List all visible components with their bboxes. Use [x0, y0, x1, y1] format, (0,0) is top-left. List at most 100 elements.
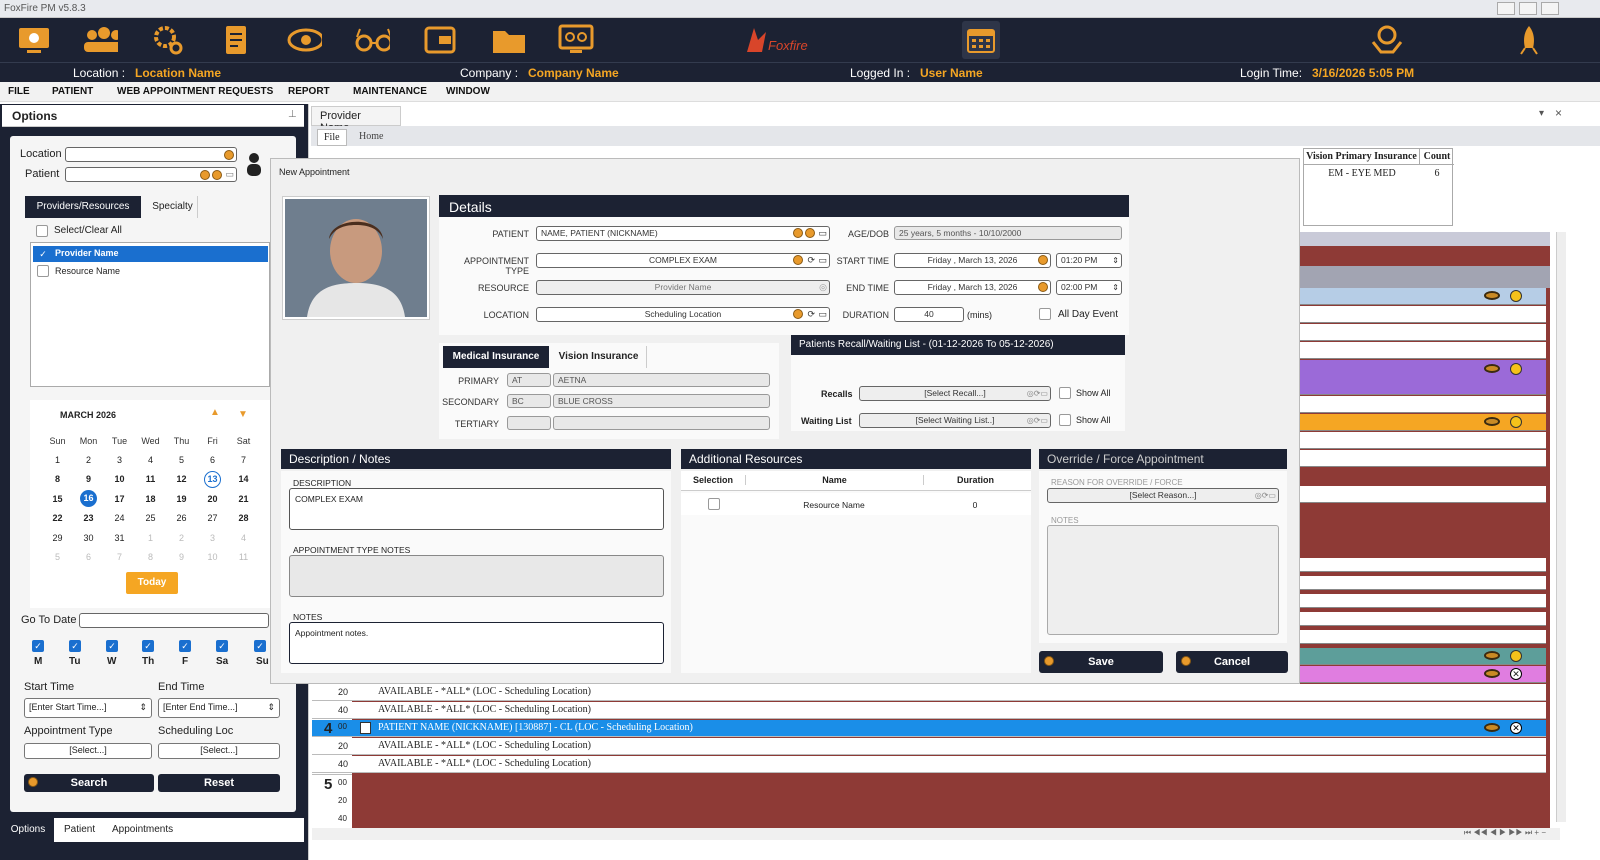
notes-textarea[interactable]: Appointment notes.: [289, 622, 664, 664]
provider-tab[interactable]: Provider Name: [311, 106, 401, 134]
sched-slot[interactable]: [1300, 324, 1546, 341]
calendar-day[interactable]: 14: [228, 470, 259, 490]
location-field[interactable]: [65, 147, 237, 162]
support-hands-icon[interactable]: [1369, 23, 1405, 57]
calendar-day[interactable]: 11: [228, 548, 259, 568]
calendar-day[interactable]: 6: [197, 450, 228, 470]
view-icon[interactable]: [1484, 364, 1500, 373]
calendar-day[interactable]: 31: [104, 528, 135, 548]
start-time-input[interactable]: [Enter Start Time...] ⇕: [24, 698, 152, 718]
sched-slot[interactable]: [1300, 450, 1546, 467]
calendar-day[interactable]: 8: [135, 548, 166, 568]
resource-field[interactable]: Provider Name ◎: [536, 280, 830, 295]
waiting-show-all-checkbox[interactable]: [1059, 414, 1071, 426]
patients-group-icon[interactable]: [82, 23, 118, 57]
pin-icon[interactable]: ⊥: [288, 109, 297, 120]
calendar-day[interactable]: 23: [73, 509, 104, 529]
calendar-day[interactable]: 15: [42, 489, 73, 509]
close-window-button[interactable]: [1541, 2, 1559, 15]
settings-gear-icon[interactable]: [150, 23, 186, 57]
description-textarea[interactable]: COMPLEX EXAM: [289, 488, 664, 530]
schedule-row[interactable]: 40 AVAILABLE - *ALL* (LOC - Scheduling Lo…: [312, 756, 1546, 773]
calendar-day[interactable]: 9: [166, 548, 197, 568]
folder-icon[interactable]: [490, 23, 526, 57]
patient-field[interactable]: ▭: [65, 167, 237, 182]
calendar-day[interactable]: 7: [228, 450, 259, 470]
list-item-provider[interactable]: ✓ Provider Name: [33, 246, 268, 262]
end-time-input[interactable]: [Enter End Time...] ⇕: [158, 698, 280, 718]
patient-field-modal[interactable]: NAME, PATIENT (NICKNAME) ▭: [536, 226, 830, 241]
rocket-icon[interactable]: [1511, 23, 1547, 57]
calendar-day[interactable]: 2: [73, 450, 104, 470]
cancel-button[interactable]: Cancel: [1176, 651, 1288, 673]
calendar-day[interactable]: 11: [135, 470, 166, 490]
weekday-w-checkbox[interactable]: ✓: [106, 640, 118, 652]
sched-slot[interactable]: [1300, 576, 1546, 590]
sched-slot-pink[interactable]: ✕: [1300, 666, 1546, 683]
calendar-day[interactable]: 10: [104, 470, 135, 490]
ribbon-home-tab[interactable]: Home: [359, 131, 383, 142]
recalls-show-all-checkbox[interactable]: [1059, 387, 1071, 399]
calendar-day[interactable]: 4: [135, 450, 166, 470]
optical-monitor-icon[interactable]: [558, 23, 594, 57]
close-tab-icon[interactable]: ×: [1555, 106, 1562, 120]
calendar-day[interactable]: 30: [73, 528, 104, 548]
calendar-day[interactable]: 1: [42, 450, 73, 470]
weekday-su-checkbox[interactable]: ✓: [254, 640, 266, 652]
note-icon[interactable]: [360, 722, 371, 734]
calendar-day[interactable]: 8: [42, 470, 73, 490]
view-icon[interactable]: [1484, 651, 1500, 660]
menu-maintenance[interactable]: MAINTENANCE: [353, 86, 427, 97]
calendar-day[interactable]: 12: [166, 470, 197, 490]
calendar-day[interactable]: 27: [197, 509, 228, 529]
calendar-day[interactable]: 18: [135, 489, 166, 509]
status-icon[interactable]: [1510, 290, 1522, 302]
save-button[interactable]: Save: [1039, 651, 1163, 673]
person-icon[interactable]: [246, 152, 262, 176]
vertical-scrollbar[interactable]: [1556, 232, 1566, 822]
menu-report[interactable]: REPORT: [288, 86, 330, 97]
cancel-status-icon[interactable]: ✕: [1510, 668, 1522, 680]
selected-day[interactable]: 13: [197, 470, 228, 490]
menu-web-appointment-requests[interactable]: WEB APPOINTMENT REQUESTS: [117, 86, 273, 97]
bottom-tab-options[interactable]: Options: [2, 818, 54, 842]
calendar-day[interactable]: 26: [166, 509, 197, 529]
start-date-field[interactable]: Friday , March 13, 2026: [894, 253, 1051, 268]
calendar-day[interactable]: 3: [197, 528, 228, 548]
weekday-m-checkbox[interactable]: ✓: [32, 640, 44, 652]
resource-checkbox[interactable]: [37, 265, 49, 277]
schedule-row-patient[interactable]: 4 00 PATIENT NAME (NICKNAME) [130887] - …: [312, 720, 1546, 737]
dropdown-icon[interactable]: [224, 150, 234, 160]
prev-month-icon[interactable]: ▲: [210, 407, 220, 418]
tab-providers-resources[interactable]: Providers/Resources: [25, 196, 141, 218]
menu-file[interactable]: FILE: [8, 86, 30, 97]
dashboard-icon[interactable]: [16, 23, 52, 57]
clipboard-icon[interactable]: [218, 23, 254, 57]
calendar-day[interactable]: 7: [104, 548, 135, 568]
status-icon[interactable]: [1510, 416, 1522, 428]
calendar-day[interactable]: 4: [228, 528, 259, 548]
weekday-f-checkbox[interactable]: ✓: [179, 640, 191, 652]
pager-controls[interactable]: ⏮ ◀◀ ◀ ▶ ▶▶ ⏭ + −: [312, 828, 1560, 840]
schedule-row[interactable]: 40 AVAILABLE - *ALL* (LOC - Scheduling Lo…: [312, 702, 1546, 719]
search-patient-icon[interactable]: [200, 170, 210, 180]
menu-patient[interactable]: PATIENT: [52, 86, 93, 97]
cancel-status-icon[interactable]: ✕: [1510, 722, 1522, 734]
calendar-day[interactable]: 5: [42, 548, 73, 568]
weekday-tu-checkbox[interactable]: ✓: [69, 640, 81, 652]
appointment-type-select[interactable]: [Select...]: [24, 743, 152, 759]
menu-window[interactable]: WINDOW: [446, 86, 490, 97]
sched-slot[interactable]: [1300, 432, 1546, 449]
calendar-day[interactable]: 3: [104, 450, 135, 470]
calendar-icon[interactable]: [962, 21, 1000, 59]
resource-row-checkbox[interactable]: [708, 498, 720, 510]
duration-field[interactable]: 40: [894, 307, 964, 322]
sched-slot[interactable]: [1300, 630, 1546, 644]
end-date-field[interactable]: Friday , March 13, 2026: [894, 280, 1051, 295]
calendar-day[interactable]: 20: [197, 489, 228, 509]
search-button[interactable]: Search: [24, 774, 154, 792]
sched-slot[interactable]: [1300, 486, 1546, 503]
today-day[interactable]: 16: [73, 489, 104, 509]
wallet-icon[interactable]: [422, 23, 458, 57]
next-month-icon[interactable]: ▼: [238, 409, 248, 420]
